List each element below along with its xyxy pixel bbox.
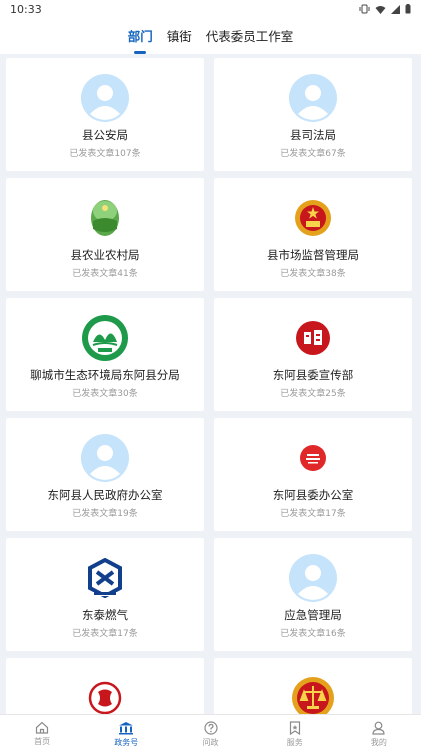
department-card[interactable]: 东阿县委宣传部 已发表文章25条 — [214, 298, 412, 411]
vibrate-icon — [359, 4, 370, 14]
default-avatar-icon — [288, 73, 338, 123]
nav-government-accounts[interactable]: 政务号 — [84, 715, 168, 750]
tab-towns-label: 镇街 — [166, 29, 192, 44]
department-card[interactable] — [214, 658, 412, 714]
department-name: 聊城市生态环境局东阿县分局 — [30, 368, 180, 382]
department-name: 县农业农村局 — [70, 248, 140, 262]
department-card[interactable]: 县农业农村局 已发表文章41条 — [6, 178, 204, 291]
article-count: 已发表文章38条 — [280, 269, 346, 279]
wifi-icon — [375, 5, 386, 14]
article-count: 已发表文章19条 — [72, 509, 138, 519]
battery-icon — [405, 4, 411, 14]
default-avatar-icon — [80, 433, 130, 483]
department-grid: 县公安局 已发表文章107条 县司法局 已发表文章67条 县农业农村局 已发表文… — [6, 58, 415, 714]
nav-services-label: 服务 — [286, 738, 303, 747]
department-card[interactable]: 县司法局 已发表文章67条 — [214, 58, 412, 171]
department-card[interactable]: 东阿县人民政府办公室 已发表文章19条 — [6, 418, 204, 531]
department-name: 县公安局 — [82, 128, 128, 142]
government-building-icon — [119, 722, 134, 735]
category-tabs: 部门 镇街 代表委员工作室 — [0, 18, 421, 54]
department-card[interactable]: 应急管理局 已发表文章16条 — [214, 538, 412, 651]
article-count: 已发表文章107条 — [69, 149, 141, 159]
department-name: 东阿县人民政府办公室 — [47, 488, 163, 502]
article-count: 已发表文章30条 — [72, 389, 138, 399]
environment-logo-icon — [80, 313, 130, 363]
department-card[interactable]: 县市场监督管理局 已发表文章38条 — [214, 178, 412, 291]
status-bar: 10:33 — [0, 0, 421, 18]
agriculture-logo-icon — [80, 193, 130, 243]
tab-representative-studios-label: 代表委员工作室 — [205, 29, 294, 44]
court-emblem-icon — [288, 673, 338, 714]
department-name: 东泰燃气 — [82, 608, 128, 622]
red-seal-logo-icon — [80, 673, 130, 714]
default-avatar-icon — [80, 73, 130, 123]
article-count: 已发表文章17条 — [280, 509, 346, 519]
department-card[interactable]: 东阿县委办公室 已发表文章17条 — [214, 418, 412, 531]
tab-departments-label: 部门 — [127, 29, 153, 44]
question-icon — [203, 721, 218, 735]
department-name: 东阿县委宣传部 — [272, 368, 354, 382]
status-time: 10:33 — [10, 2, 42, 16]
tab-departments[interactable]: 部门 — [127, 26, 153, 54]
tab-towns[interactable]: 镇街 — [167, 26, 192, 45]
article-count: 已发表文章67条 — [280, 149, 346, 159]
department-card[interactable] — [6, 658, 204, 714]
nav-profile-label: 我的 — [370, 738, 387, 747]
nav-home[interactable]: 首页 — [0, 715, 84, 750]
article-count: 已发表文章41条 — [72, 269, 138, 279]
department-card[interactable]: 东泰燃气 已发表文章17条 — [6, 538, 204, 651]
nav-inquiry[interactable]: 问政 — [168, 715, 252, 750]
signal-icon — [391, 4, 400, 14]
bottom-navigation: 首页 政务号 问政 服务 我的 — [0, 714, 421, 750]
article-count: 已发表文章25条 — [280, 389, 346, 399]
nav-home-label: 首页 — [34, 737, 51, 746]
active-tab-indicator — [134, 51, 147, 54]
gas-company-logo-icon — [80, 553, 130, 603]
status-icons — [359, 4, 411, 14]
nav-profile[interactable]: 我的 — [337, 715, 421, 750]
office-logo-icon — [288, 433, 338, 483]
propaganda-logo-icon — [288, 313, 338, 363]
home-icon — [35, 721, 49, 734]
article-count: 已发表文章17条 — [72, 629, 138, 639]
bookmark-icon — [289, 721, 300, 735]
department-card[interactable]: 聊城市生态环境局东阿县分局 已发表文章30条 — [6, 298, 204, 411]
user-icon — [372, 721, 386, 735]
national-emblem-icon — [288, 193, 338, 243]
department-name: 应急管理局 — [284, 608, 342, 622]
department-name: 县司法局 — [290, 128, 336, 142]
nav-government-accounts-label: 政务号 — [114, 738, 139, 747]
nav-inquiry-label: 问政 — [202, 738, 219, 747]
default-avatar-icon — [288, 553, 338, 603]
nav-services[interactable]: 服务 — [253, 715, 337, 750]
department-name: 县市场监督管理局 — [267, 248, 359, 262]
tab-representative-studios[interactable]: 代表委员工作室 — [206, 26, 294, 45]
department-card[interactable]: 县公安局 已发表文章107条 — [6, 58, 204, 171]
article-count: 已发表文章16条 — [280, 629, 346, 639]
department-name: 东阿县委办公室 — [272, 488, 354, 502]
